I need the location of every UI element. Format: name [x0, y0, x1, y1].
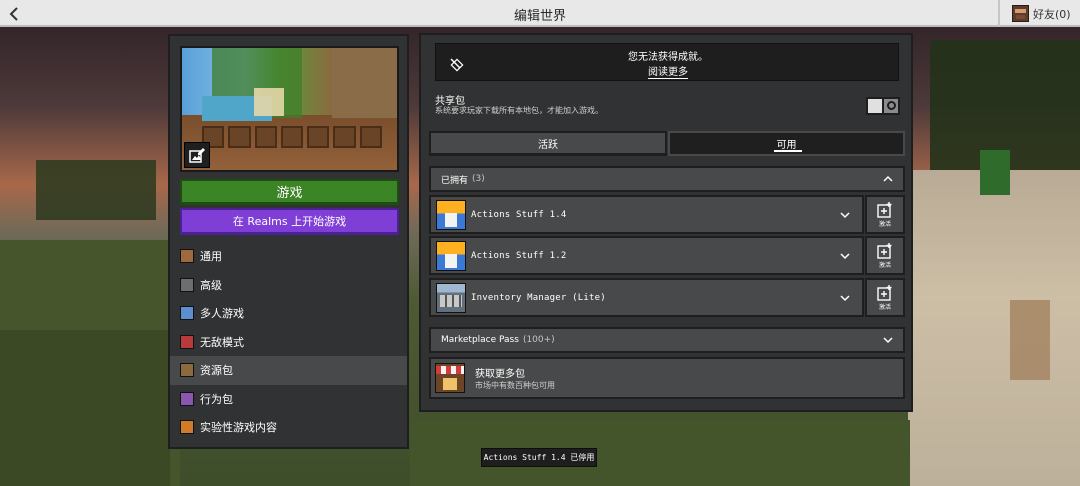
- pack-row[interactable]: Actions Stuff 1.4: [429, 195, 864, 234]
- add-pack-icon: [877, 284, 892, 301]
- get-more-title: 获取更多包: [475, 369, 525, 380]
- owned-label: 已拥有: [441, 175, 469, 186]
- activate-pack-button[interactable]: 激活: [865, 195, 905, 234]
- edit-image-icon: [189, 148, 205, 163]
- shared-packs-description: 系统要求玩家下载所有本地包，才能加入游戏。: [435, 106, 603, 115]
- pack-row[interactable]: Inventory Manager (Lite): [429, 278, 864, 317]
- nav-item-label: 资源包: [200, 364, 233, 378]
- background-desert: [908, 170, 1080, 486]
- activate-pack-button[interactable]: 激活: [865, 236, 905, 275]
- pack-name: Actions Stuff 1.4: [471, 209, 567, 220]
- behavior-pack-icon: [180, 391, 194, 406]
- friends-label: 好友(0): [1033, 7, 1071, 21]
- nav-item-multiplayer[interactable]: 多人游戏: [170, 299, 407, 328]
- nav-item-cheats[interactable]: 无敌模式: [170, 328, 407, 357]
- background-post: [1010, 300, 1050, 380]
- nav-item-advanced[interactable]: 高级: [170, 271, 407, 300]
- resource-pack-icon: [180, 363, 194, 378]
- nav-item-label: 无敌模式: [200, 335, 244, 349]
- nav-item-label: 多人游戏: [200, 307, 244, 321]
- notice-text: 您无法获得成就。: [628, 52, 708, 63]
- store-icon: [435, 363, 465, 393]
- nav-item-label: 高级: [200, 278, 222, 292]
- play-button[interactable]: 游戏: [180, 179, 399, 205]
- chevron-down-icon: [883, 337, 893, 344]
- shared-packs-toggle[interactable]: [866, 97, 900, 115]
- pack-row[interactable]: Actions Stuff 1.2: [429, 236, 864, 275]
- nav-item-behavior-packs[interactable]: 行为包: [170, 385, 407, 414]
- pack-name: Actions Stuff 1.2: [471, 250, 567, 261]
- toggle-off-icon: [887, 101, 896, 110]
- actions-stuff-pack-icon: [436, 199, 466, 230]
- nav-item-label: 通用: [200, 250, 222, 264]
- add-pack-icon: [877, 201, 892, 218]
- page-title: 编辑世界: [513, 9, 566, 24]
- marketplace-count: (100+): [522, 335, 555, 345]
- background-cactus: [980, 150, 1010, 195]
- chevron-down-icon[interactable]: [840, 293, 850, 303]
- activate-label: 激活: [878, 303, 891, 311]
- marketplace-label: Marketplace Pass: [441, 335, 519, 345]
- resource-packs-panel: 您无法获得成就。 阅读更多 共享包 系统要求玩家下载所有本地包，才能加入游戏。 …: [419, 33, 913, 412]
- nav-item-label: 行为包: [200, 392, 233, 406]
- background-grass: [0, 330, 170, 486]
- activate-label: 激活: [878, 220, 891, 228]
- back-button[interactable]: [0, 0, 28, 27]
- avatar-icon: [1012, 5, 1029, 22]
- inventory-manager-pack-icon: [436, 282, 466, 313]
- world-sidebar: 游戏 在 Realms 上开始游戏 通用 高级 多人游戏 无敌模式 资源包 行为…: [168, 34, 409, 449]
- chevron-down-icon[interactable]: [840, 251, 850, 261]
- thumbnail-flowers: [254, 88, 284, 116]
- get-more-packs-button[interactable]: 获取更多包 市场中有数百种包可用: [429, 357, 905, 399]
- tab-available[interactable]: 可用: [668, 131, 905, 156]
- pack-deactivated-toast: Actions Stuff 1.4 已停用: [481, 448, 597, 467]
- actions-stuff-pack-icon: [436, 240, 466, 271]
- read-more-link[interactable]: 阅读更多: [436, 63, 900, 79]
- get-more-description: 市场中有数百种包可用: [475, 381, 555, 390]
- friends-button[interactable]: 好友(0): [998, 0, 1080, 27]
- advanced-icon: [180, 277, 194, 292]
- add-pack-icon: [877, 242, 892, 259]
- owned-count: (3): [472, 174, 485, 184]
- activate-label: 激活: [878, 261, 891, 269]
- toggle-knob: [868, 99, 884, 113]
- read-more-label: 阅读更多: [648, 67, 688, 79]
- settings-nav: 通用 高级 多人游戏 无敌模式 资源包 行为包 实验性游戏内容: [170, 242, 407, 442]
- chevron-up-icon: [883, 175, 893, 182]
- experiments-icon: [180, 420, 194, 435]
- owned-section-header[interactable]: 已拥有 (3): [429, 166, 905, 192]
- multiplayer-icon: [180, 306, 194, 321]
- top-bar: 编辑世界 好友(0): [0, 0, 1080, 27]
- tab-active[interactable]: 活跃: [429, 131, 667, 156]
- nav-item-resource-packs[interactable]: 资源包: [170, 356, 407, 385]
- edit-thumbnail-button[interactable]: [184, 142, 210, 168]
- chevron-left-icon: [9, 6, 18, 21]
- nav-item-general[interactable]: 通用: [170, 242, 407, 271]
- pack-name: Inventory Manager (Lite): [471, 292, 606, 303]
- general-icon: [180, 249, 194, 264]
- nav-item-experiments[interactable]: 实验性游戏内容: [170, 413, 407, 442]
- background-tree: [36, 160, 156, 220]
- realms-play-button[interactable]: 在 Realms 上开始游戏: [180, 208, 399, 235]
- world-thumbnail: [180, 46, 399, 172]
- achievements-notice: 您无法获得成就。 阅读更多: [435, 43, 899, 81]
- chevron-down-icon[interactable]: [840, 210, 850, 220]
- thumbnail-blocks: [202, 126, 382, 148]
- thumbnail-wall: [332, 48, 397, 118]
- activate-pack-button[interactable]: 激活: [865, 278, 905, 317]
- cheats-icon: [180, 334, 194, 349]
- marketplace-section-header[interactable]: Marketplace Pass (100+): [429, 327, 905, 353]
- nav-item-label: 实验性游戏内容: [200, 421, 277, 435]
